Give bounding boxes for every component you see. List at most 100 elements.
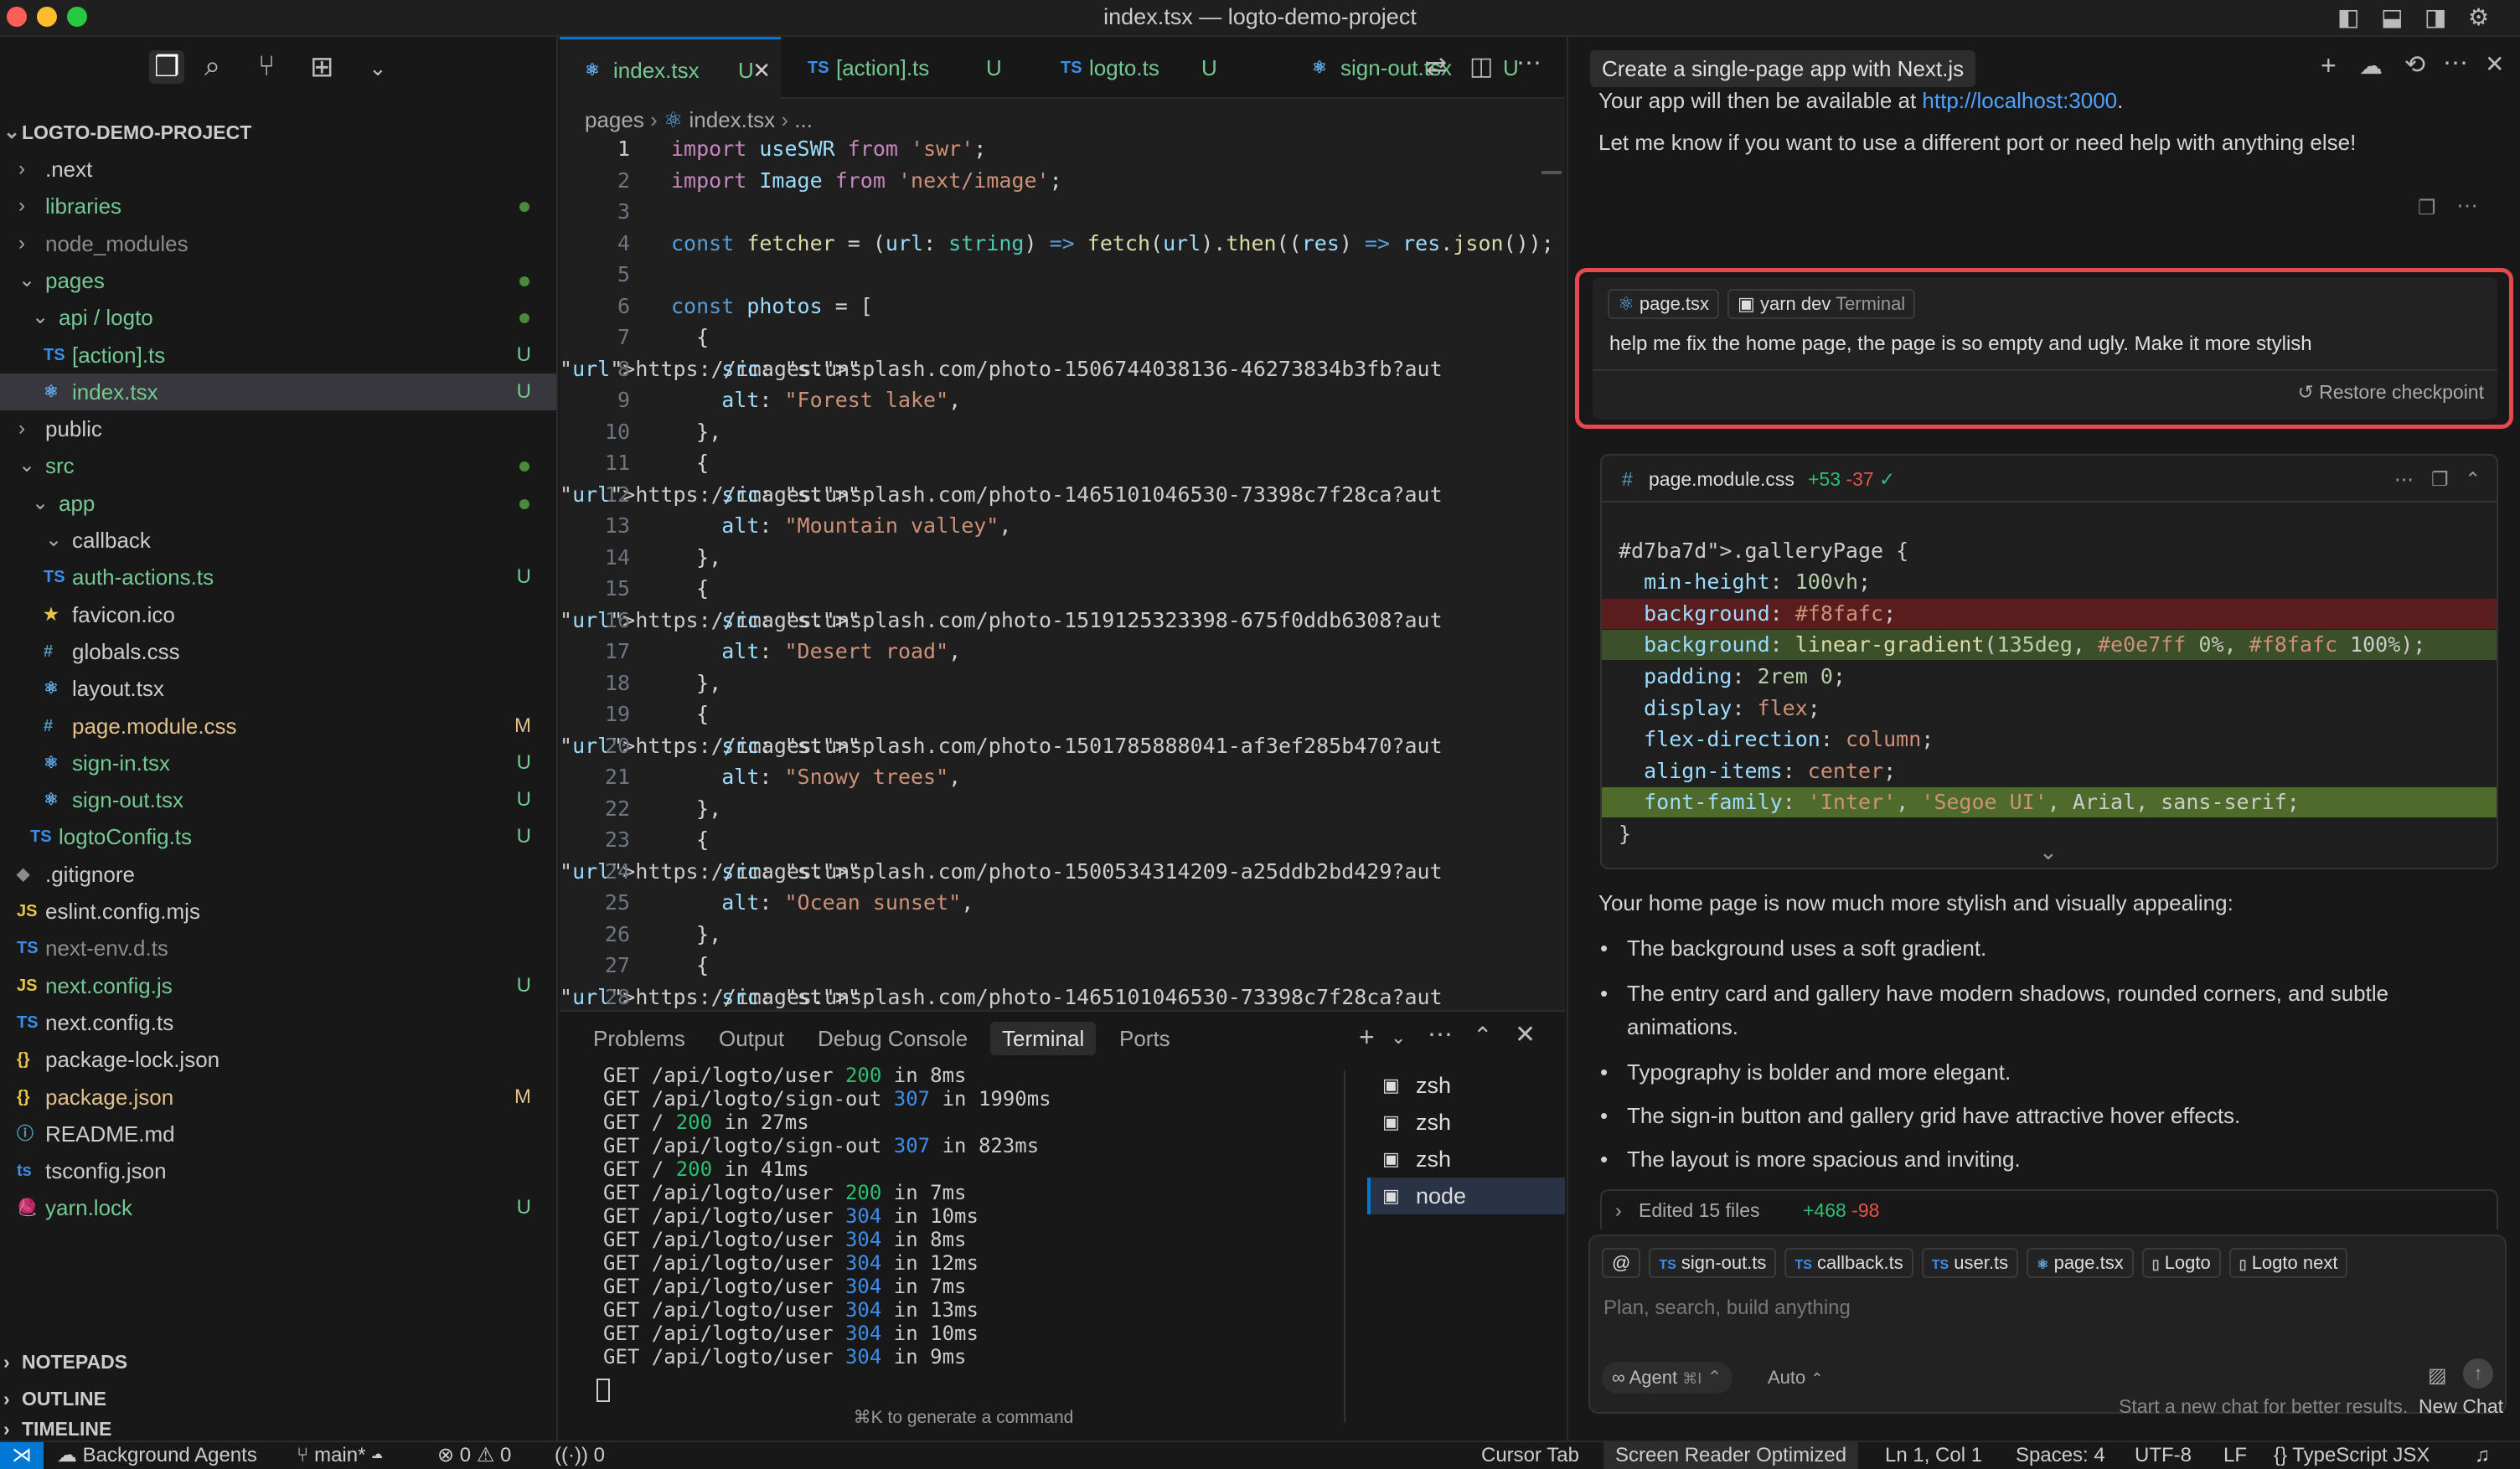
explorer-item[interactable]: ⚛ index.tsx U [0, 373, 556, 410]
toggle-panel-icon[interactable]: ⬓ [2381, 3, 2403, 31]
explorer-item[interactable]: TS next.config.ts [0, 1004, 556, 1041]
new-chat-link[interactable]: New Chat [2419, 1395, 2503, 1417]
explorer-item[interactable]: TS auth-actions.ts U [0, 559, 556, 595]
explorer-item[interactable]: ts tsconfig.json [0, 1152, 556, 1189]
explorer-item[interactable]: JS eslint.config.mjs [0, 893, 556, 930]
more-actions-icon[interactable]: ⋯ [2443, 49, 2468, 78]
maximize-panel-icon[interactable]: ⌃ [1473, 1022, 1492, 1049]
more-actions-icon[interactable]: ⋯ [2456, 193, 2478, 219]
breadcrumb-symbol[interactable]: ... [794, 107, 813, 132]
context-chip[interactable]: TS user.ts [1921, 1248, 2019, 1278]
explorer-item[interactable]: ★ favicon.ico [0, 596, 556, 633]
context-chip[interactable]: TS callback.ts [1784, 1248, 1913, 1278]
agent-mode-dropdown[interactable]: ∞ Agent ⌘I ⌃ [1602, 1362, 1732, 1394]
encoding[interactable]: UTF-8 [2135, 1442, 2192, 1469]
breadcrumb-file[interactable]: index.tsx [689, 107, 776, 132]
cursor-tab-status[interactable]: Cursor Tab [1481, 1442, 1579, 1469]
explorer-item[interactable]: ⌄ src [0, 447, 556, 484]
explorer-item[interactable]: ◆ .gitignore [0, 856, 556, 893]
explorer-item[interactable]: # page.module.css M [0, 708, 556, 745]
explorer-item[interactable]: ⌄ app [0, 485, 556, 522]
explorer-item[interactable]: ⚛ layout.tsx [0, 670, 556, 707]
end-of-line[interactable]: LF [2223, 1442, 2247, 1469]
compare-changes-icon[interactable]: ⇄ [1426, 52, 1447, 81]
explorer-item[interactable]: {} package-lock.json [0, 1041, 556, 1078]
files-icon[interactable]: ❐ [149, 50, 185, 84]
user-message-box[interactable]: ⚛ page.tsx ▣ yarn dev Terminal help me fi… [1593, 277, 2497, 420]
context-chip[interactable]: ⚛ page.tsx [2027, 1248, 2134, 1278]
explorer-item[interactable]: ⚛ sign-in.tsx U [0, 745, 556, 781]
context-chip[interactable]: ▯ Logto [2141, 1248, 2221, 1278]
expand-chevron-icon[interactable]: ⌄ [2039, 839, 2058, 865]
diff-file-name[interactable]: page.module.css [1649, 456, 1794, 503]
terminal-instance[interactable]: ▣ zsh [1367, 1141, 1565, 1178]
git-branch[interactable]: ⑂ main* ☁ [297, 1442, 384, 1469]
explorer-item[interactable]: ⌄ pages [0, 262, 556, 299]
section-notepads[interactable]: › NOTEPADS [0, 1343, 556, 1380]
explorer-item[interactable]: TS [action].ts U [0, 337, 556, 374]
problems-indicator[interactable]: ⊗ 0 ⚠ 0 [437, 1442, 511, 1469]
code-view[interactable]: 1 import useSWR from 'swr'; 2 import Image … [560, 134, 1565, 1010]
source-control-icon[interactable]: ⑂ [258, 50, 275, 83]
section-outline[interactable]: › OUTLINE [0, 1380, 556, 1417]
panel-tab-ports[interactable]: Ports [1119, 1022, 1170, 1055]
collapse-icon[interactable]: ⌃ [2465, 456, 2481, 503]
edited-files-bar[interactable]: › Edited 15 files +468 -98 [1600, 1189, 2498, 1229]
context-chip[interactable]: ▯ Logto next [2228, 1248, 2348, 1278]
restore-checkpoint-button[interactable]: ↺ Restore checkpoint [2297, 381, 2484, 404]
project-root[interactable]: ⌄ LOGTO-DEMO-PROJECT [0, 114, 556, 151]
close-chat-icon[interactable]: ✕ [2485, 50, 2504, 78]
cloud-icon[interactable]: ☁ [2359, 52, 2383, 80]
new-chat-plus-icon[interactable]: + [2321, 50, 2337, 81]
send-button[interactable]: ↑ [2463, 1358, 2493, 1389]
close-panel-icon[interactable]: ✕ [1515, 1020, 1536, 1049]
new-terminal-plus-icon[interactable]: + [1359, 1022, 1375, 1053]
more-actions-icon[interactable]: ⋯ [1516, 49, 1541, 78]
context-chip-page-tsx[interactable]: ⚛ page.tsx [1608, 289, 1720, 319]
explorer-item[interactable]: TS next-env.d.ts [0, 930, 556, 966]
explorer-item[interactable]: ⚛ sign-out.tsx U [0, 781, 556, 818]
terminal-instance[interactable]: ▣ zsh [1367, 1104, 1565, 1141]
explorer-item[interactable]: {} package.json M [0, 1079, 556, 1116]
panel-tab-problems[interactable]: Problems [593, 1022, 685, 1055]
language-mode[interactable]: {} TypeScript JSX [2274, 1442, 2430, 1469]
add-context-button[interactable]: @ [1602, 1248, 1641, 1278]
chevron-down-icon[interactable]: ⌄ [1391, 1027, 1406, 1049]
toggle-secondary-sidebar-icon[interactable]: ◨ [2424, 3, 2446, 31]
panel-tab-output[interactable]: Output [719, 1022, 784, 1055]
editor-tab[interactable]: TS [action].ts U [782, 37, 1034, 99]
cursor-position[interactable]: Ln 1, Col 1 [1885, 1442, 1982, 1469]
panel-tab-terminal[interactable]: Terminal [990, 1022, 1097, 1055]
explorer-item[interactable]: › node_modules [0, 225, 556, 262]
explorer-item[interactable]: ⌄ api / logto [0, 299, 556, 336]
terminal-instance[interactable]: ▣ zsh [1367, 1067, 1565, 1104]
explorer-item[interactable]: ⌄ callback [0, 522, 556, 559]
copy-icon[interactable]: ❐ [2418, 196, 2436, 220]
settings-gear-icon[interactable]: ⚙ [2468, 3, 2489, 31]
image-attach-icon[interactable]: ▨ [2428, 1363, 2447, 1388]
more-actions-icon[interactable]: ⋯ [1428, 1020, 1453, 1049]
editor-tab[interactable]: ⚛ sign-out.tsx U [1287, 37, 1519, 99]
terminal-output[interactable]: GET /api/logto/user 200 in 8ms GET /api/l… [603, 1064, 1072, 1368]
more-views-chevron-icon[interactable]: ⌄ [369, 55, 387, 81]
explorer-item[interactable]: TS logtoConfig.ts U [0, 818, 556, 855]
explorer-item[interactable]: ⓘ README.md [0, 1116, 556, 1152]
notifications-bell-icon[interactable]: ♫ [2475, 1442, 2490, 1469]
remote-icon[interactable]: ⋊ [0, 1442, 44, 1469]
context-chip-terminal[interactable]: ▣ yarn dev Terminal [1727, 289, 1916, 319]
explorer-item[interactable]: 🧶 yarn.lock U [0, 1189, 556, 1226]
explorer-item[interactable]: # globals.css [0, 633, 556, 670]
explorer-item[interactable]: › libraries [0, 188, 556, 224]
chat-input[interactable]: Plan, search, build anything [1603, 1291, 2492, 1325]
ports-indicator[interactable]: ((·)) 0 [555, 1442, 605, 1469]
explorer-item[interactable]: JS next.config.js U [0, 967, 556, 1004]
screen-reader-status[interactable]: Screen Reader Optimized [1603, 1442, 1859, 1469]
model-dropdown[interactable]: Auto ⌃ [1768, 1362, 1823, 1394]
panel-tab-debug-console[interactable]: Debug Console [818, 1022, 968, 1055]
history-icon[interactable]: ⟲ [2404, 50, 2425, 80]
localhost-link[interactable]: http://localhost:3000 [1922, 88, 2117, 112]
toggle-primary-sidebar-icon[interactable]: ◧ [2337, 3, 2359, 31]
indentation[interactable]: Spaces: 4 [2016, 1442, 2105, 1469]
breadcrumb-pages[interactable]: pages [585, 107, 644, 132]
terminal-instance[interactable]: ▣ node [1367, 1178, 1565, 1214]
